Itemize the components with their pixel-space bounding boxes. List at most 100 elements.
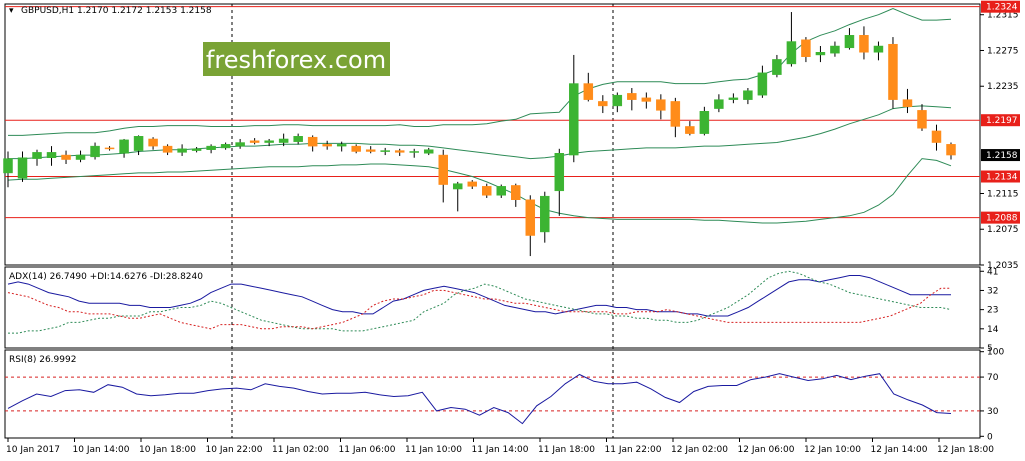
bullish-candle bbox=[264, 140, 274, 143]
time-tick-label: 11 Jan 14:00 bbox=[472, 445, 529, 455]
bullish-candle bbox=[714, 99, 724, 109]
bullish-candle bbox=[46, 152, 57, 158]
bearish-candle bbox=[902, 99, 913, 108]
bearish-candle bbox=[249, 140, 260, 143]
bullish-candle bbox=[423, 149, 434, 154]
time-tick-label: 10 Jan 2017 bbox=[6, 445, 60, 455]
adx-tick-label: 23 bbox=[987, 306, 998, 316]
bullish-candle bbox=[612, 94, 623, 107]
bullish-candle bbox=[206, 145, 216, 150]
rsi-tick-label: 100 bbox=[987, 348, 1004, 358]
bearish-candle bbox=[307, 136, 318, 147]
rsi-panel[interactable] bbox=[4, 349, 981, 439]
bearish-candle bbox=[931, 130, 942, 143]
bullish-candle bbox=[830, 45, 840, 54]
time-tick-label: 10 Jan 18:00 bbox=[139, 445, 196, 455]
time-tick-label: 12 Jan 06:00 bbox=[738, 445, 795, 455]
symbol-info: GBPUSD,H1 1.2170 1.2172 1.2153 1.2158 bbox=[21, 6, 212, 16]
bearish-candle bbox=[438, 154, 448, 185]
bullish-candle bbox=[757, 72, 768, 96]
bearish-candle bbox=[162, 145, 173, 153]
bearish-candle bbox=[322, 144, 332, 147]
bullish-candle bbox=[191, 148, 202, 151]
time-axis: 10 Jan 2017 10 Jan 14:00 10 Jan 18:00 10 Ja… bbox=[6, 438, 994, 455]
rsi-tick-label: 70 bbox=[987, 373, 999, 383]
bearish-candle bbox=[656, 99, 666, 111]
bearish-candle bbox=[467, 181, 477, 187]
adx-tick-label: 32 bbox=[987, 286, 998, 296]
bearish-candle bbox=[525, 199, 536, 236]
bullish-candle bbox=[699, 111, 710, 134]
bearish-candle bbox=[859, 35, 869, 53]
time-tick-label: 11 Jan 06:00 bbox=[339, 445, 396, 455]
time-tick-label: 11 Jan 18:00 bbox=[538, 445, 595, 455]
bullish-candle bbox=[540, 195, 550, 233]
price-tag-label: 1.2197 bbox=[986, 116, 1018, 126]
rsi-tick-label: 30 bbox=[987, 407, 999, 417]
price-tag-label: 1.2088 bbox=[986, 214, 1018, 224]
time-tick-label: 12 Jan 18:00 bbox=[937, 445, 994, 455]
bullish-candle bbox=[569, 83, 579, 156]
rsi-info: RSI(8) 26.9992 bbox=[9, 355, 76, 365]
bullish-candle bbox=[380, 150, 390, 152]
bullish-candle bbox=[772, 59, 782, 75]
price-tick-label: 1.2275 bbox=[987, 46, 1019, 56]
bearish-candle bbox=[946, 144, 956, 156]
time-tick-label: 12 Jan 10:00 bbox=[804, 445, 861, 455]
bullish-candle bbox=[133, 136, 144, 151]
bearish-candle bbox=[627, 93, 637, 100]
axis-labels: 1.23151.22751.22351.21151.20751.20351.23… bbox=[980, 0, 1020, 442]
time-tick-label: 10 Jan 14:00 bbox=[73, 445, 130, 455]
bullish-candle bbox=[278, 138, 289, 143]
chart-canvas[interactable]: 1.23151.22751.22351.21151.20751.20351.23… bbox=[0, 0, 1025, 461]
adx-tick-label: 41 bbox=[987, 267, 998, 277]
bullish-candle bbox=[220, 144, 231, 149]
bearish-candle bbox=[641, 97, 652, 102]
bullish-candle bbox=[75, 154, 86, 160]
bearish-candle bbox=[511, 185, 521, 200]
bearish-candle bbox=[917, 110, 927, 129]
bearish-candle bbox=[801, 39, 811, 57]
watermark-text: freshforex.com bbox=[206, 46, 386, 74]
price-tick-label: 1.2115 bbox=[987, 189, 1019, 199]
bullish-candle bbox=[743, 90, 753, 100]
price-tick-label: 1.2075 bbox=[987, 225, 1019, 235]
price-tag-label: 1.2134 bbox=[986, 173, 1018, 183]
bearish-candle bbox=[598, 101, 608, 107]
time-tick-label: 11 Jan 22:00 bbox=[605, 445, 662, 455]
adx-info: ADX(14) 26.7490 +DI:14.6276 -DI:28.8240 bbox=[9, 272, 203, 282]
time-tick-label: 11 Jan 02:00 bbox=[272, 445, 329, 455]
time-tick-label: 10 Jan 22:00 bbox=[206, 445, 263, 455]
bearish-candle bbox=[482, 186, 492, 196]
bearish-candle bbox=[365, 149, 376, 152]
bullish-candle bbox=[554, 153, 565, 192]
price-tag-label: 1.2158 bbox=[986, 151, 1018, 161]
bullish-candle bbox=[452, 183, 463, 190]
rsi-tick-label: 0 bbox=[987, 432, 993, 442]
time-tick-label: 12 Jan 02:00 bbox=[671, 445, 728, 455]
bullish-candle bbox=[815, 52, 826, 56]
time-tick-label: 11 Jan 10:00 bbox=[405, 445, 462, 455]
bullish-candle bbox=[235, 142, 245, 147]
bearish-candle bbox=[148, 138, 158, 147]
adx-tick-label: 14 bbox=[987, 325, 999, 335]
bearish-candle bbox=[351, 145, 361, 152]
price-tick-label: 1.2235 bbox=[987, 82, 1019, 92]
bearish-candle bbox=[583, 83, 594, 100]
bullish-candle bbox=[90, 145, 100, 158]
bearish-candle bbox=[685, 126, 695, 134]
bullish-candle bbox=[844, 35, 855, 49]
bullish-candle bbox=[873, 45, 884, 53]
bullish-candle bbox=[17, 157, 28, 179]
bullish-candle bbox=[728, 97, 739, 100]
bearish-candle bbox=[670, 101, 681, 127]
bullish-candle bbox=[496, 186, 507, 196]
bullish-candle bbox=[119, 139, 129, 154]
bearish-candle bbox=[104, 147, 115, 150]
bullish-candle bbox=[32, 152, 42, 159]
bullish-candle bbox=[336, 144, 347, 147]
chart-menu-arrow-icon[interactable]: ▾ bbox=[9, 6, 14, 16]
bearish-candle bbox=[888, 43, 898, 100]
bullish-candle bbox=[293, 136, 303, 142]
price-panel[interactable] bbox=[4, 3, 981, 266]
